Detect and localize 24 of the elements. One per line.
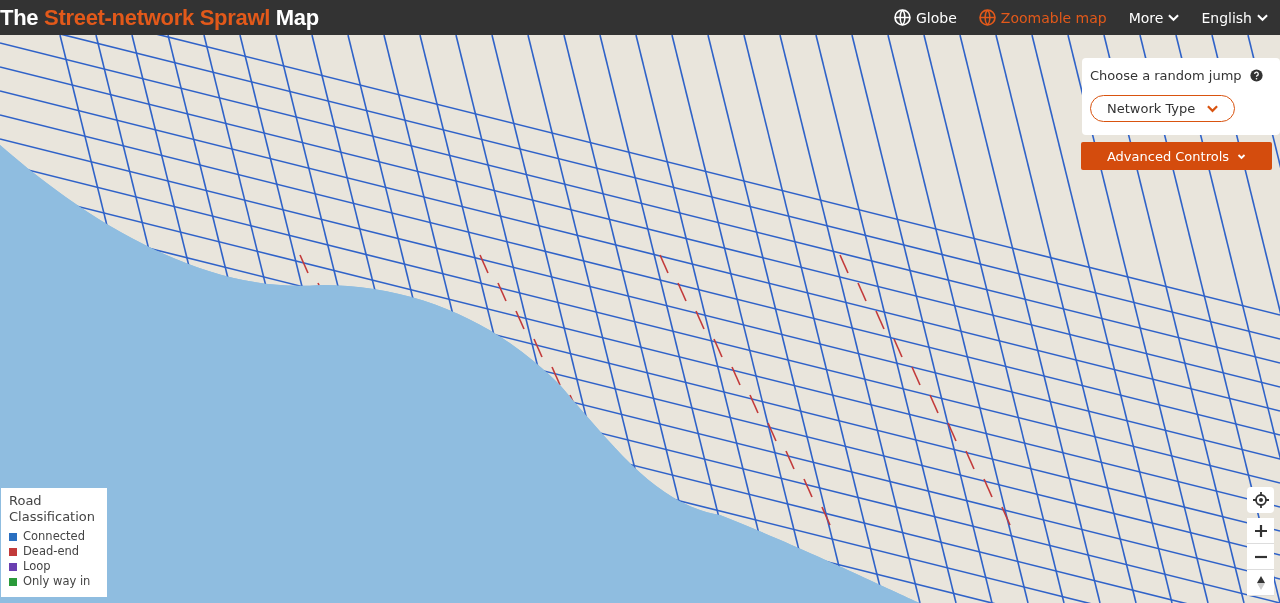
nav-menu[interactable]: More bbox=[1128, 9, 1180, 26]
chevron-down-icon bbox=[1257, 13, 1268, 22]
zoom-in-button[interactable] bbox=[1247, 518, 1274, 544]
globe-icon bbox=[978, 9, 996, 26]
compass-icon bbox=[1255, 575, 1266, 590]
locate-icon bbox=[1252, 492, 1269, 508]
legend-label: Loop bbox=[23, 559, 51, 574]
panel-title: Choose a random jump bbox=[1090, 68, 1242, 83]
legend-title: Road Classification bbox=[9, 493, 97, 525]
chevron-down-icon bbox=[1207, 104, 1219, 113]
legend-label: Connected bbox=[23, 529, 85, 544]
plus-icon bbox=[1254, 524, 1267, 537]
chevron-down-icon bbox=[1237, 152, 1247, 160]
nav-link[interactable]: Globe bbox=[894, 9, 957, 26]
legend-label: Only way in bbox=[23, 574, 91, 589]
locate-button[interactable] bbox=[1247, 487, 1274, 513]
help-icon[interactable] bbox=[1249, 69, 1263, 82]
nav-menu[interactable]: English bbox=[1201, 9, 1268, 26]
globe-icon bbox=[894, 9, 911, 26]
legend-label: Dead-end bbox=[23, 544, 80, 559]
advanced-controls-button[interactable]: Advanced Controls bbox=[1081, 142, 1272, 170]
chevron-down-icon bbox=[1168, 13, 1180, 22]
site-title: The Street-network Sprawl Map bbox=[0, 4, 319, 30]
network-type-dropdown[interactable]: Network Type bbox=[1090, 95, 1236, 122]
